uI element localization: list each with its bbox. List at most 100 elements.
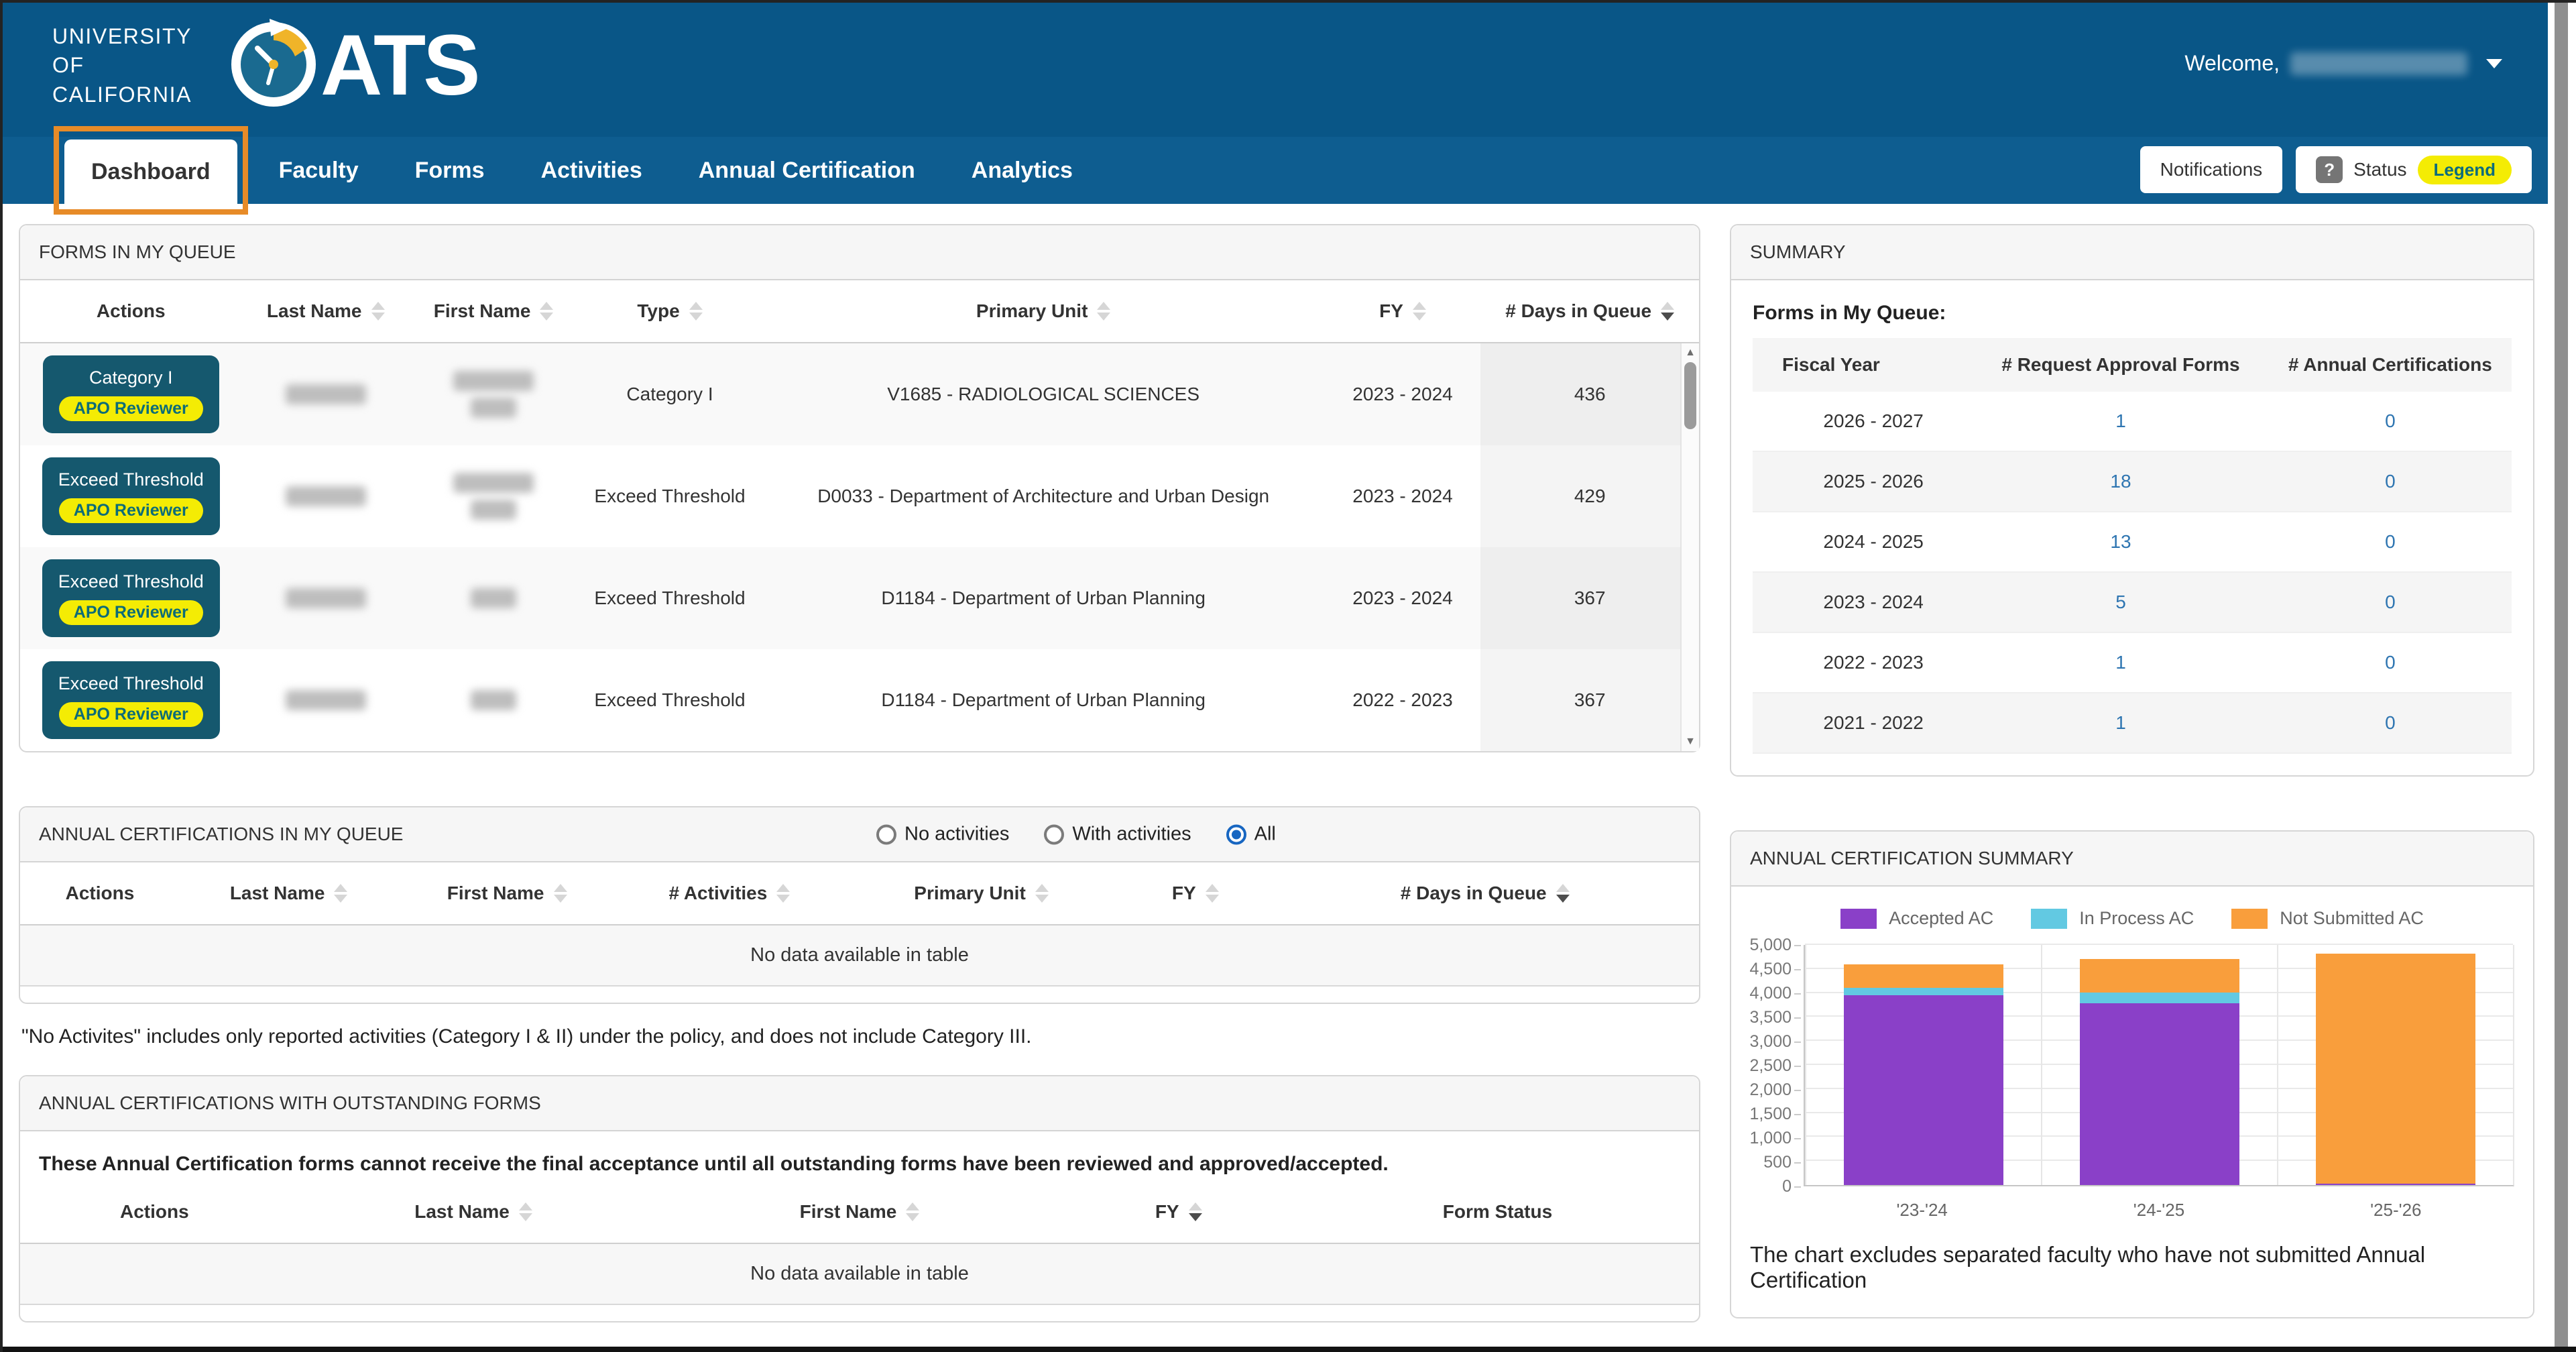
col-fy[interactable]: FY [1325,280,1481,342]
notifications-button[interactable]: Notifications [2140,146,2283,193]
col-last-name[interactable]: Last Name [180,862,398,924]
type-cell: Exceed Threshold [577,577,762,620]
col-last-name[interactable]: Last Name [242,280,410,342]
request-forms-count-link[interactable]: 1 [2115,652,2126,673]
bar-segment[interactable] [2316,954,2475,1184]
col-primary-unit[interactable]: Primary Unit [762,280,1325,342]
col-first-name[interactable]: First Name [410,280,577,342]
redacted-last-name [242,475,410,517]
table-scrollbar[interactable]: ▲ ▼ [1680,343,1699,751]
page-scrollbar-thumb[interactable] [2555,3,2568,1347]
stacked-bar[interactable] [1844,945,2003,1185]
primary-unit-cell: D0033 - Department of Architecture and U… [762,475,1325,518]
tab-analytics[interactable]: Analytics [943,137,1101,204]
bar-segment[interactable] [2080,993,2239,1003]
type-cell: Category I [577,373,762,416]
request-forms-count-link[interactable]: 1 [2115,410,2126,432]
col-first-name[interactable]: First Name [398,862,616,924]
radio-no-activities[interactable]: No activities [876,824,1009,846]
legend-item[interactable]: Accepted AC [1840,908,1993,929]
bar-segment[interactable] [1844,988,2003,995]
sort-icon [1097,302,1110,321]
sort-icon [689,302,703,321]
annual-certs-count-link[interactable]: 0 [2385,410,2396,432]
chart-x-axis: '23-'24'24-'25'25-'26 [1804,1186,2533,1226]
annual-certs-count-link[interactable]: 0 [2385,712,2396,734]
radio-all[interactable]: All [1226,824,1276,846]
tab-activities[interactable]: Activities [513,137,670,204]
col-first-name[interactable]: First Name [658,1181,1061,1243]
apo-reviewer-badge: APO Reviewer [59,396,203,421]
y-tick-label: 5,000 [1749,934,1792,956]
y-tick-label: 2,000 [1749,1079,1792,1101]
col-fiscal-year: Fiscal Year [1753,338,1973,392]
tab-dashboard[interactable]: Dashboard [64,139,237,204]
sort-icon-descending [1189,1202,1202,1221]
table-row: Exceed ThresholdAPO Reviewer Exceed Thre… [20,649,1699,751]
primary-unit-cell: D1184 - Department of Urban Planning [762,577,1325,620]
exceed-threshold-action-button[interactable]: Exceed ThresholdAPO Reviewer [42,457,220,535]
col-fy[interactable]: FY [1120,862,1271,924]
user-menu[interactable]: Welcome, [2184,51,2502,76]
scroll-up-icon[interactable]: ▲ [1682,346,1699,359]
request-forms-count-link[interactable]: 1 [2115,712,2126,734]
status-label: Status [2353,159,2406,180]
request-forms-count-link[interactable]: 18 [2110,471,2131,492]
bar-segment[interactable] [2080,1003,2239,1185]
table-row: Exceed ThresholdAPO Reviewer Exceed Thre… [20,445,1699,547]
col-fy[interactable]: FY [1061,1181,1296,1243]
exceed-threshold-action-button[interactable]: Exceed ThresholdAPO Reviewer [42,661,220,739]
col-last-name[interactable]: Last Name [289,1181,658,1243]
tab-faculty[interactable]: Faculty [251,137,387,204]
request-forms-count-link[interactable]: 13 [2110,531,2131,553]
panel-title: FORMS IN MY QUEUE [20,225,1699,280]
ac-in-my-queue-panel: ANNUAL CERTIFICATIONS IN MY QUEUE No act… [19,806,1700,1004]
col-type[interactable]: Type [577,280,762,342]
scroll-down-icon[interactable]: ▼ [1682,735,1699,748]
stacked-bar[interactable] [2080,945,2239,1185]
stacked-bar[interactable] [2316,945,2475,1185]
col-days-in-queue[interactable]: # Days in Queue [1271,862,1699,924]
exceed-threshold-action-button[interactable]: Exceed ThresholdAPO Reviewer [42,559,220,637]
status-legend-button[interactable]: ? Status Legend [2296,146,2532,193]
annual-certs-count-link[interactable]: 0 [2385,592,2396,613]
chart-footnote: The chart excludes separated faculty who… [1731,1226,2533,1317]
y-tick-label: 1,000 [1749,1127,1792,1149]
sort-icon [554,884,567,903]
annual-certs-count-link[interactable]: 0 [2385,652,2396,673]
fiscal-year-cell: 2023 - 2024 [1753,581,1973,624]
col-primary-unit[interactable]: Primary Unit [843,862,1120,924]
redacted-first-name [410,577,577,619]
legend-item[interactable]: Not Submitted AC [2231,908,2424,929]
scrollbar-thumb[interactable] [1684,362,1696,429]
sort-icon-descending [1556,884,1570,903]
page-scrollbar[interactable] [2548,3,2576,1347]
fy-cell: 2022 - 2023 [1325,679,1481,722]
col-actions: Actions [20,1181,289,1243]
bar-segment[interactable] [1844,964,2003,987]
redacted-last-name [242,577,410,619]
col-activities[interactable]: # Activities [616,862,843,924]
annual-certs-count-link[interactable]: 0 [2385,471,2396,492]
x-tick-label: '24-'25 [2040,1200,2277,1221]
x-tick-label: '25-'26 [2278,1200,2514,1221]
radio-with-activities[interactable]: With activities [1044,824,1191,846]
col-days-in-queue[interactable]: # Days in Queue [1480,280,1699,342]
browser-window: UNIVERSITY OF CALIFORNIA [0,0,2576,1352]
legend-item[interactable]: In Process AC [2031,908,2194,929]
tab-forms[interactable]: Forms [387,137,513,204]
tab-annual-certification[interactable]: Annual Certification [670,137,943,204]
activity-filter-radios: No activities With activities All [876,824,1276,846]
request-forms-count-link[interactable]: 5 [2115,592,2126,613]
bar-segment[interactable] [2080,959,2239,993]
col-form-status: Form Status [1296,1181,1699,1243]
sort-icon-descending [1661,302,1674,321]
chart-plot [1804,945,2514,1186]
bar-segment[interactable] [2316,1184,2475,1185]
y-tick-label: 0 [1782,1176,1792,1197]
category-i-action-button[interactable]: Category IAPO Reviewer [43,355,219,433]
bar-segment[interactable] [1844,995,2003,1185]
radio-icon [876,824,896,844]
fiscal-year-cell: 2021 - 2022 [1753,701,1973,744]
annual-certs-count-link[interactable]: 0 [2385,531,2396,553]
